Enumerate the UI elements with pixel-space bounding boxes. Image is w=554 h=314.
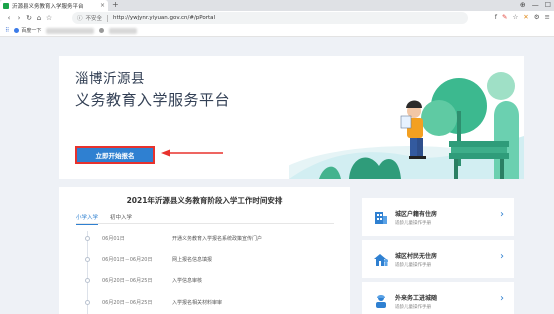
browser-tab-strip: 沂源县义务教育入学服务平台 × + ⊕ — ☐	[0, 0, 554, 11]
timeline-row: 06月01日－06月20日 网上报名信息填报	[81, 254, 341, 264]
favorites-icon[interactable]: ☆	[512, 13, 518, 21]
browser-tab[interactable]: 沂源县义务教育入学服务平台 ×	[0, 0, 108, 11]
edit-extension-icon[interactable]: ✎	[502, 13, 507, 21]
schedule-title: 2021年沂源县义务教育阶段入学工作时间安排	[126, 196, 283, 205]
hero-title-line1: 淄博沂源县	[75, 71, 145, 87]
bookmark-star-button[interactable]: ☆	[44, 14, 54, 22]
baidu-icon	[14, 28, 20, 33]
tab-title: 沂源县义务教育入学服务平台	[12, 3, 84, 10]
start-registration-button[interactable]: 立即开始报名	[75, 146, 155, 164]
bookmark-globe-icon	[99, 28, 105, 33]
card-title: 城区村民无住房	[395, 253, 438, 260]
card-title: 城区户籍有住房	[395, 211, 438, 218]
address-bar[interactable]: ⓘ 不安全 http://ywjynr.yiyuan.gov.cn/#/pPor…	[72, 12, 468, 24]
toolbar-extensions: f ✎ ☆ ✕ ⚙ ≡	[495, 13, 550, 21]
card-subtitle: 适龄儿童操作手册	[395, 221, 431, 226]
reading-student-illustration	[289, 72, 524, 179]
menu-icon[interactable]: ≡	[545, 13, 550, 21]
back-button[interactable]: ‹	[4, 14, 14, 22]
card-subtitle: 适龄儿童操作手册	[395, 305, 431, 310]
timeline-dot	[85, 235, 90, 241]
page-content: 淄博沂源县 义务教育入学服务平台 立即开始报名 2021年沂源县义务教育阶段入学…	[0, 37, 554, 314]
url-text[interactable]: http://ywjynr.yiyuan.gov.cn/#/pPortal	[113, 15, 215, 21]
reload-button[interactable]: ↻	[24, 14, 34, 22]
settings-icon[interactable]: ⚙	[534, 13, 540, 21]
chevron-right-icon: ›	[500, 209, 504, 220]
category-card-urban-household[interactable]: 城区户籍有住房 适龄儿童操作手册 ›	[362, 198, 514, 236]
timeline-date: 06月01日	[102, 235, 125, 242]
apps-grid-icon[interactable]: ⠿	[5, 27, 9, 34]
card-subtitle: 适龄儿童操作手册	[395, 263, 431, 268]
timeline-desc: 入学信息审核	[172, 277, 203, 284]
forward-button[interactable]: ›	[14, 14, 24, 22]
timeline-desc: 开通义务教育入学报名系统政策宣传门户	[172, 235, 263, 242]
worker-icon	[376, 295, 386, 308]
home-button[interactable]: ⌂	[34, 14, 44, 22]
close-extension-icon[interactable]: ✕	[523, 13, 528, 21]
timeline-row: 06月20日－06月25日 入学信息审核	[81, 275, 341, 285]
timeline-row: 06月01日 开通义务教育入学报名系统政策宣传门户	[81, 233, 341, 243]
maximize-button[interactable]: ☐	[545, 0, 551, 10]
timeline-row: 06月20日－06月25日 入学报名相关材料审审	[81, 297, 341, 307]
new-tab-button[interactable]: +	[112, 0, 119, 10]
timeline-desc: 入学报名相关材料审审	[172, 299, 223, 306]
window-controls: ⊕ — ☐	[520, 0, 551, 10]
hero-title-line2: 义务教育入学服务平台	[75, 91, 231, 109]
timeline-desc: 网上报名信息填报	[172, 256, 213, 263]
category-card-villager[interactable]: 城区村民无住房 适龄儿童操作手册 ›	[362, 240, 514, 278]
security-label: 不安全	[85, 16, 103, 22]
red-arrow-annotation	[161, 149, 223, 157]
timeline-dot	[85, 256, 90, 262]
bookmark-item[interactable]: 百度一下	[14, 27, 41, 34]
blurred-bookmark[interactable]	[46, 27, 95, 34]
building-icon	[375, 212, 387, 224]
f-extension-icon[interactable]: f	[495, 13, 497, 21]
category-card-migrant-worker[interactable]: 外来务工进城随 适龄儿童操作手册 ›	[362, 282, 514, 314]
account-icon[interactable]: ⊕	[520, 0, 526, 10]
start-registration-label: 立即开始报名	[95, 152, 135, 160]
chevron-right-icon: ›	[500, 293, 504, 304]
chevron-right-icon: ›	[500, 251, 504, 262]
bookmark-label: 百度一下	[21, 28, 42, 34]
card-title: 外来务工进城随	[395, 295, 438, 302]
not-secure-icon: ⓘ	[77, 16, 83, 22]
blurred-bookmark[interactable]	[109, 27, 138, 34]
timeline-date: 06月20日－06月25日	[102, 277, 153, 284]
timeline-dot	[85, 299, 90, 305]
timeline-date: 06月01日－06月20日	[102, 256, 153, 263]
url-separator	[107, 14, 109, 22]
bookmarks-bar: ⠿ 百度一下	[0, 25, 554, 37]
schedule-card: 2021年沂源县义务教育阶段入学工作时间安排 小学入学 初中入学 06月01日 …	[59, 187, 350, 314]
hero-banner: 淄博沂源县 义务教育入学服务平台 立即开始报名	[59, 56, 524, 179]
browser-toolbar: ‹ › ↻ ⌂ ☆ ⓘ 不安全 http://ywjynr.yiyuan.gov…	[0, 11, 554, 25]
minimize-button[interactable]: —	[532, 0, 539, 10]
timeline-dot	[85, 277, 90, 283]
house-person-icon	[374, 254, 388, 266]
close-tab-icon[interactable]: ×	[100, 2, 105, 9]
timeline-date: 06月20日－06月25日	[102, 299, 153, 306]
tab-divider	[76, 223, 334, 224]
site-favicon-icon	[3, 2, 9, 9]
